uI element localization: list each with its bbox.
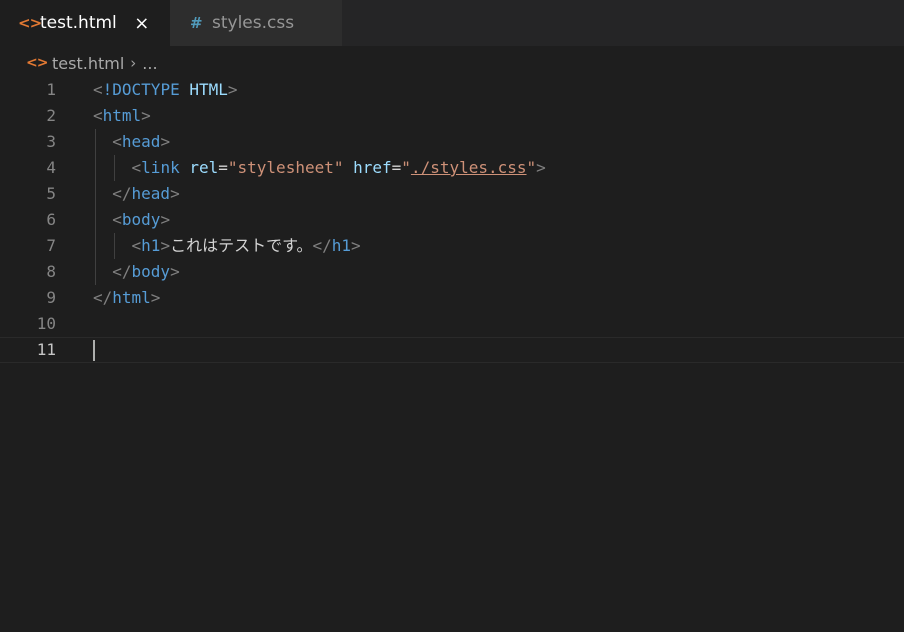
code-token-punc: > bbox=[170, 184, 180, 203]
line-number: 4 bbox=[46, 158, 56, 177]
text-cursor bbox=[93, 340, 95, 361]
line-number: 11 bbox=[36, 340, 56, 359]
code-line[interactable]: 9 </html> bbox=[0, 285, 904, 311]
line-number: 6 bbox=[46, 210, 56, 229]
code-token-punc: </ bbox=[312, 236, 332, 255]
line-number: 7 bbox=[46, 236, 56, 255]
code-token-tag: link bbox=[141, 158, 180, 177]
breadcrumb-file[interactable]: test.html bbox=[52, 54, 124, 73]
code-token-punc: </ bbox=[112, 184, 132, 203]
code-token-punc: < bbox=[93, 80, 103, 99]
code-token-tag: head bbox=[131, 184, 171, 203]
code-token-punc: </ bbox=[112, 262, 132, 281]
code-line[interactable]: 7 <h1>これはテストです。</h1> bbox=[0, 233, 904, 259]
code-token-punc: > bbox=[160, 210, 171, 229]
code-line[interactable]: 3 <head> bbox=[0, 129, 904, 155]
code-token-str: "stylesheet" bbox=[227, 158, 344, 177]
code-token-punc: > bbox=[227, 80, 238, 99]
code-line[interactable]: 10 bbox=[0, 311, 904, 337]
chevron-right-icon: › bbox=[130, 54, 137, 72]
code-token-attr: HTML bbox=[189, 80, 228, 99]
line-number: 2 bbox=[46, 106, 56, 125]
code-token-attr: href bbox=[353, 158, 392, 177]
html-file-icon: <> bbox=[26, 55, 48, 71]
code-line[interactable]: 8 </body> bbox=[0, 259, 904, 285]
code-token-punc: > bbox=[160, 132, 171, 151]
code-token-tag: h1 bbox=[141, 236, 161, 255]
code-token-str: " bbox=[401, 158, 411, 177]
code-line[interactable]: 5 </head> bbox=[0, 181, 904, 207]
tab-styles-css[interactable]: # styles.css bbox=[170, 0, 342, 46]
css-file-icon: # bbox=[190, 14, 203, 32]
code-token-str: " bbox=[526, 158, 537, 177]
code-content: <html> bbox=[93, 103, 151, 129]
code-content: <body> bbox=[93, 207, 170, 233]
tab-test-html[interactable]: <> test.html × bbox=[0, 0, 170, 46]
code-token-text: これはテストです。 bbox=[170, 236, 313, 255]
code-token-tag: !DOCTYPE bbox=[102, 80, 180, 99]
code-token-tag: head bbox=[121, 132, 161, 151]
code-line[interactable]: 2 <html> bbox=[0, 103, 904, 129]
line-number: 10 bbox=[36, 314, 56, 333]
code-token-tag: html bbox=[112, 288, 151, 307]
code-token-tag: body bbox=[121, 210, 161, 229]
tab-label: styles.css bbox=[212, 13, 295, 33]
code-token-link[interactable]: ./styles.css bbox=[411, 158, 527, 177]
code-token-attr: rel bbox=[189, 158, 219, 177]
code-content: <link rel="stylesheet" href="./styles.cs… bbox=[93, 155, 546, 181]
close-icon[interactable]: × bbox=[133, 13, 151, 34]
tab-label: test.html bbox=[40, 13, 117, 33]
code-content: </head> bbox=[93, 181, 180, 207]
code-content: </body> bbox=[93, 259, 180, 285]
code-editor[interactable]: 1 <!DOCTYPE HTML> 2 <html> 3 <head> 4 <link r… bbox=[0, 77, 904, 363]
line-number: 5 bbox=[46, 184, 56, 203]
code-token-punc: < bbox=[112, 210, 122, 229]
code-content: <!DOCTYPE HTML> bbox=[93, 77, 238, 103]
code-line[interactable]: 4 <link rel="stylesheet" href="./styles.… bbox=[0, 155, 904, 181]
code-token-punc: < bbox=[131, 158, 142, 177]
code-token-tag: h1 bbox=[331, 236, 352, 255]
code-token-punc: </ bbox=[93, 288, 113, 307]
code-token-punc: > bbox=[160, 236, 171, 255]
code-token-punc: > bbox=[150, 288, 161, 307]
code-line[interactable]: 1 <!DOCTYPE HTML> bbox=[0, 77, 904, 103]
line-number: 8 bbox=[46, 262, 56, 281]
code-line[interactable]: 11 bbox=[0, 337, 904, 363]
code-token-text: = bbox=[218, 158, 228, 177]
code-token-punc: > bbox=[351, 236, 361, 255]
code-line[interactable]: 6 <body> bbox=[0, 207, 904, 233]
code-token-punc: > bbox=[141, 106, 151, 125]
code-token-tag: html bbox=[102, 106, 142, 125]
code-token-punc: < bbox=[93, 106, 103, 125]
code-token-text: = bbox=[391, 158, 402, 177]
line-number: 9 bbox=[46, 288, 56, 307]
code-token-punc: > bbox=[170, 262, 180, 281]
breadcrumb: <> test.html › ... bbox=[26, 50, 158, 76]
code-content: <head> bbox=[93, 129, 170, 155]
code-token-tag: body bbox=[131, 262, 171, 281]
line-number: 1 bbox=[46, 80, 56, 99]
code-content: </html> bbox=[93, 285, 160, 311]
code-content: <h1>これはテストです。</h1> bbox=[93, 233, 361, 259]
breadcrumb-more[interactable]: ... bbox=[142, 54, 157, 73]
code-token-punc: > bbox=[536, 158, 546, 177]
line-number: 3 bbox=[46, 132, 56, 151]
code-token-punc: < bbox=[112, 132, 122, 151]
code-token-punc: < bbox=[131, 236, 142, 255]
html-file-icon: <> bbox=[18, 14, 42, 32]
tab-bar: <> test.html × # styles.css bbox=[0, 0, 904, 46]
